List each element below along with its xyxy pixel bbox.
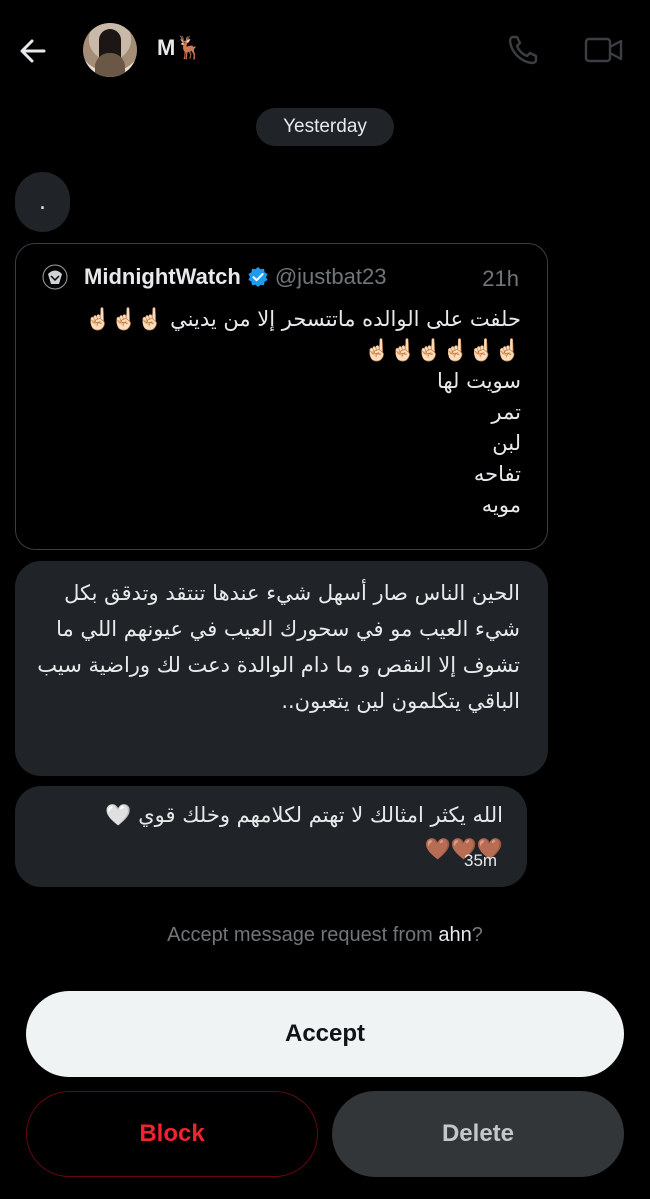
quoted-post-text: حلفت على الوالده ماتتسحر إلا من يديني ☝🏻… (85, 307, 521, 517)
video-camera-icon[interactable] (583, 32, 625, 68)
quoted-author-avatar[interactable] (42, 264, 68, 290)
delete-button[interactable]: Delete (332, 1091, 624, 1177)
quoted-author-handle: @justbat23 (274, 264, 387, 289)
conversation-header: M🦌 (0, 0, 650, 100)
verified-badge-icon (248, 267, 268, 287)
quoted-post-time: 21h (482, 266, 519, 291)
request-suffix: ? (471, 924, 483, 946)
quoted-post-header: MidnightWatch @justbat23 (42, 264, 386, 290)
contact-name[interactable]: M🦌 (157, 35, 203, 61)
message-request-prompt: Accept message request from ahn? (0, 924, 650, 947)
phone-icon[interactable] (505, 32, 541, 68)
message-timestamp: 35m (464, 851, 498, 870)
contact-avatar[interactable] (83, 23, 137, 77)
message-bubble-reply-1[interactable]: الحين الناس صار أسهل شيء عندها تنتقد وتد… (15, 561, 548, 776)
request-prefix: Accept message request from (167, 924, 439, 946)
block-button[interactable]: Block (26, 1091, 318, 1177)
message-bubble-reply-2[interactable]: الله يكثر امثالك لا تهتم لكلامهم وخلك قو… (15, 786, 527, 887)
request-handle: ahn (438, 924, 472, 946)
avatar-body-shape (95, 53, 125, 77)
message-bubble-dot[interactable]: . (15, 172, 70, 232)
quoted-post-card[interactable]: MidnightWatch @justbat23 21h حلفت على ال… (15, 243, 548, 550)
date-separator: Yesterday (256, 108, 394, 146)
quoted-author-name[interactable]: MidnightWatch (84, 264, 241, 290)
accept-button[interactable]: Accept (26, 991, 624, 1077)
back-arrow-icon[interactable] (14, 32, 52, 70)
